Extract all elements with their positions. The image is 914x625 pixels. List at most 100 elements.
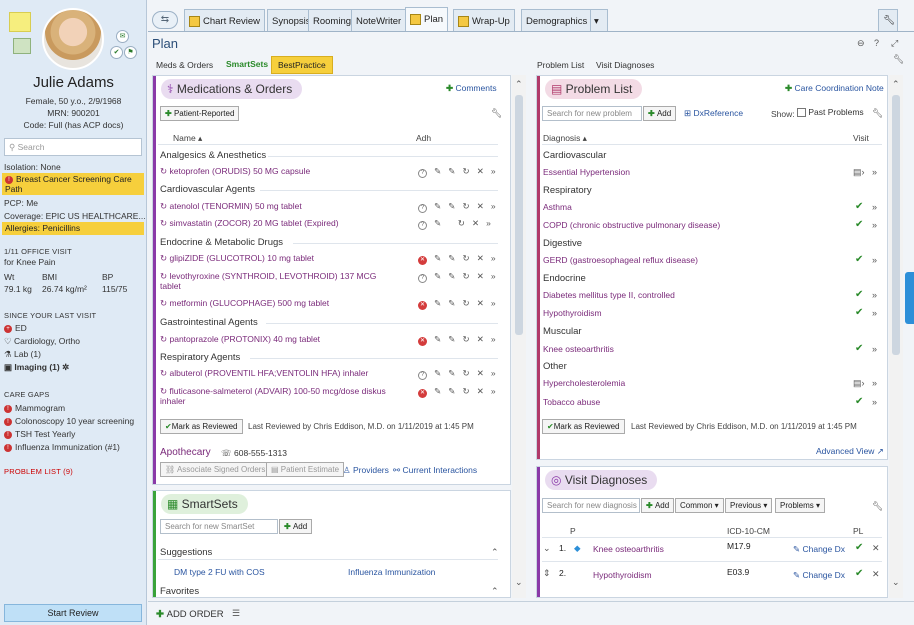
patient-name[interactable]: Julie Adams	[0, 74, 147, 91]
med-actions[interactable]: ✕ ✎ ✎ ↻ ✕ »	[418, 298, 496, 310]
add-order-button[interactable]: ✚ ADD ORDER	[156, 609, 224, 620]
expand-icon[interactable]: »	[872, 167, 877, 177]
subnav-meds-orders[interactable]: Meds & Orders	[156, 60, 213, 70]
problem-row[interactable]: Hypercholesterolemia	[543, 378, 625, 388]
scroll-thumb[interactable]	[892, 95, 900, 355]
smartset-suggestion[interactable]: DM type 2 FU with COS	[174, 567, 265, 577]
expand-icon[interactable]: »	[872, 202, 877, 212]
sticky-note-icon[interactable]	[9, 12, 31, 32]
diagnosis-search-input[interactable]: Search for new diagnosis	[542, 498, 640, 513]
collapse-icon[interactable]: ⌃	[491, 547, 499, 558]
favorites-header[interactable]: Favorites	[160, 586, 199, 597]
care-gap-item[interactable]: ! TSH Test Yearly	[4, 429, 75, 439]
chevron-up-icon[interactable]: ⌃	[515, 79, 523, 90]
smartset-search-input[interactable]: Search for new SmartSet	[160, 519, 278, 534]
since-item-imaging[interactable]: ▣ Imaging (1) ✲	[4, 362, 69, 373]
problem-list-link[interactable]: PROBLEM LIST (9)	[4, 467, 73, 476]
coverage[interactable]: Coverage: EPIC US HEALTHCARE...	[4, 211, 146, 221]
problem-row[interactable]: Knee osteoarthritis	[543, 344, 614, 354]
associate-signed-orders-button[interactable]: ⛓ Associate Signed Orders	[160, 462, 271, 477]
close-icon[interactable]: ✕	[872, 569, 880, 580]
wrench-icon[interactable]: 🔧︎	[872, 501, 883, 512]
tag-icon[interactable]: ⚑	[124, 46, 137, 59]
close-icon[interactable]: ✕	[872, 543, 880, 554]
med-row[interactable]: ↻ fluticasone-salmeterol (ADVAIR) 100-50…	[160, 386, 395, 406]
side-panel-toggle[interactable]	[905, 272, 914, 324]
med-row[interactable]: ↻ pantoprazole (PROTONIX) 40 mg tablet	[160, 334, 320, 345]
past-problems-checkbox[interactable]: Past Problems	[797, 107, 864, 118]
expand-icon[interactable]: »	[872, 255, 877, 265]
diagnosis-name[interactable]: Knee osteoarthritis	[593, 544, 664, 554]
med-row[interactable]: ↻ atenolol (TENORMIN) 50 mg tablet	[160, 201, 302, 212]
tab-chart-review[interactable]: Chart Review	[184, 9, 266, 31]
avatar[interactable]	[42, 8, 104, 70]
pl-check-icon[interactable]: ✔	[855, 568, 863, 579]
diagnosis-add-button[interactable]: ✚ Add	[641, 498, 675, 513]
smartset-suggestion[interactable]: Influenza Immunization	[348, 567, 435, 577]
med-row[interactable]: ↻ levothyroxine (SYNTHROID, LEVOTHROID) …	[160, 271, 395, 291]
chevron-up-icon[interactable]: ⌃	[892, 79, 900, 90]
since-item-specialty[interactable]: ♡ Cardiology, Ortho	[4, 336, 80, 347]
problem-row[interactable]: COPD (chronic obstructive pulmonary dise…	[543, 220, 720, 230]
tab-notewriter[interactable]: NoteWriter	[351, 9, 407, 31]
check-icon[interactable]: ✔	[110, 46, 123, 59]
advanced-view-link[interactable]: Advanced View ↗	[816, 446, 884, 457]
wrench-icon[interactable]: 🔧︎	[491, 108, 502, 119]
expand-icon[interactable]: »	[872, 220, 877, 230]
common-dropdown[interactable]: Common ▾	[675, 498, 724, 513]
right-scrollbar[interactable]: ⌃ ⌄	[889, 75, 903, 598]
med-actions[interactable]: ? ✎ ✎ ↻ ✕ »	[418, 166, 496, 178]
help-icon[interactable]: ?	[874, 38, 879, 48]
comments-button[interactable]: ✚ Comments	[446, 83, 497, 94]
med-row[interactable]: ↻ albuterol (PROVENTIL HFA;VENTOLIN HFA)…	[160, 368, 368, 379]
chevron-down-icon[interactable]: ⌄	[892, 577, 900, 588]
med-actions[interactable]: ✕ ✎ ✎ ↻ ✕ »	[418, 386, 496, 398]
tab-plan[interactable]: Plan	[405, 7, 449, 31]
diagnosis-name[interactable]: Hypothyroidism	[593, 570, 652, 580]
since-item-ed[interactable]: + ED	[4, 323, 27, 333]
fullscreen-icon[interactable]: ⊖	[857, 38, 865, 49]
visit-check-icon[interactable]: ✔	[855, 396, 863, 407]
primary-diamond-icon[interactable]: ◆	[574, 543, 581, 554]
problem-row[interactable]: Hypothyroidism	[543, 308, 602, 318]
reorder-icon[interactable]: ⇕	[543, 568, 551, 579]
subnav-problem-list[interactable]: Problem List	[537, 60, 584, 70]
med-row[interactable]: ↻ ketoprofen (ORUDIS) 50 MG capsule	[160, 166, 310, 177]
mark-reviewed-button[interactable]: ✔Mark as Reviewed	[542, 419, 625, 434]
move-down-icon[interactable]: ⌄	[543, 543, 551, 554]
list-icon[interactable]: ☰	[232, 608, 240, 619]
expand-icon[interactable]: »	[872, 344, 877, 354]
med-row[interactable]: ↻ simvastatin (ZOCOR) 20 MG tablet (Expi…	[160, 218, 339, 229]
visit-check-icon[interactable]: ✔	[855, 343, 863, 354]
visit-check-icon[interactable]: ✔	[855, 219, 863, 230]
providers-link[interactable]: ♙ Providers	[343, 465, 389, 476]
care-path-banner[interactable]: ! Breast Cancer Screening Care Path	[2, 173, 144, 195]
change-dx-link[interactable]: ✎ Change Dx	[793, 570, 845, 581]
visit-check-icon[interactable]: ✔	[855, 201, 863, 212]
med-row[interactable]: ↻ metformin (GLUCOPHAGE) 500 mg tablet	[160, 298, 329, 309]
since-item-lab[interactable]: ⚗ Lab (1)	[4, 349, 41, 360]
tab-wrap-up[interactable]: Wrap-Up	[453, 9, 515, 31]
wrench-icon[interactable]: 🔧︎	[893, 54, 904, 65]
care-gap-item[interactable]: ! Influenza Immunization (#1)	[4, 442, 120, 452]
med-actions[interactable]: ✕ ✎ ✎ ↻ ✕ »	[418, 253, 496, 265]
med-actions[interactable]: ✕ ✎ ✎ ↻ ✕ »	[418, 334, 496, 346]
subnav-visit-diagnoses[interactable]: Visit Diagnoses	[596, 60, 654, 70]
pl-check-icon[interactable]: ✔	[855, 542, 863, 553]
expand-icon[interactable]: »	[872, 308, 877, 318]
problem-search-input[interactable]: Search for new problem	[542, 106, 642, 121]
back-forward-button[interactable]: ⇆	[152, 11, 178, 29]
problem-row[interactable]: Asthma	[543, 202, 572, 212]
problem-row[interactable]: Essential Hypertension	[543, 167, 630, 177]
med-row[interactable]: ↻ glipiZIDE (GLUCOTROL) 10 mg tablet	[160, 253, 314, 264]
current-interactions-link[interactable]: ⚯ Current Interactions	[393, 465, 477, 476]
subnav-bestpractice[interactable]: BestPractice	[271, 56, 333, 74]
problem-add-button[interactable]: ✚ Add	[643, 106, 677, 121]
patient-estimate-button[interactable]: ▤ Patient Estimate	[266, 462, 345, 477]
expand-icon[interactable]: »	[872, 290, 877, 300]
expand-icon[interactable]: »	[872, 378, 877, 388]
chevron-down-icon[interactable]: ⌄	[515, 577, 523, 588]
notes-icon[interactable]	[13, 38, 31, 54]
med-actions[interactable]: ? ✎ ↻ ✕ »	[418, 218, 491, 230]
visit-label[interactable]: 1/11 OFFICE VISIT	[4, 247, 72, 256]
